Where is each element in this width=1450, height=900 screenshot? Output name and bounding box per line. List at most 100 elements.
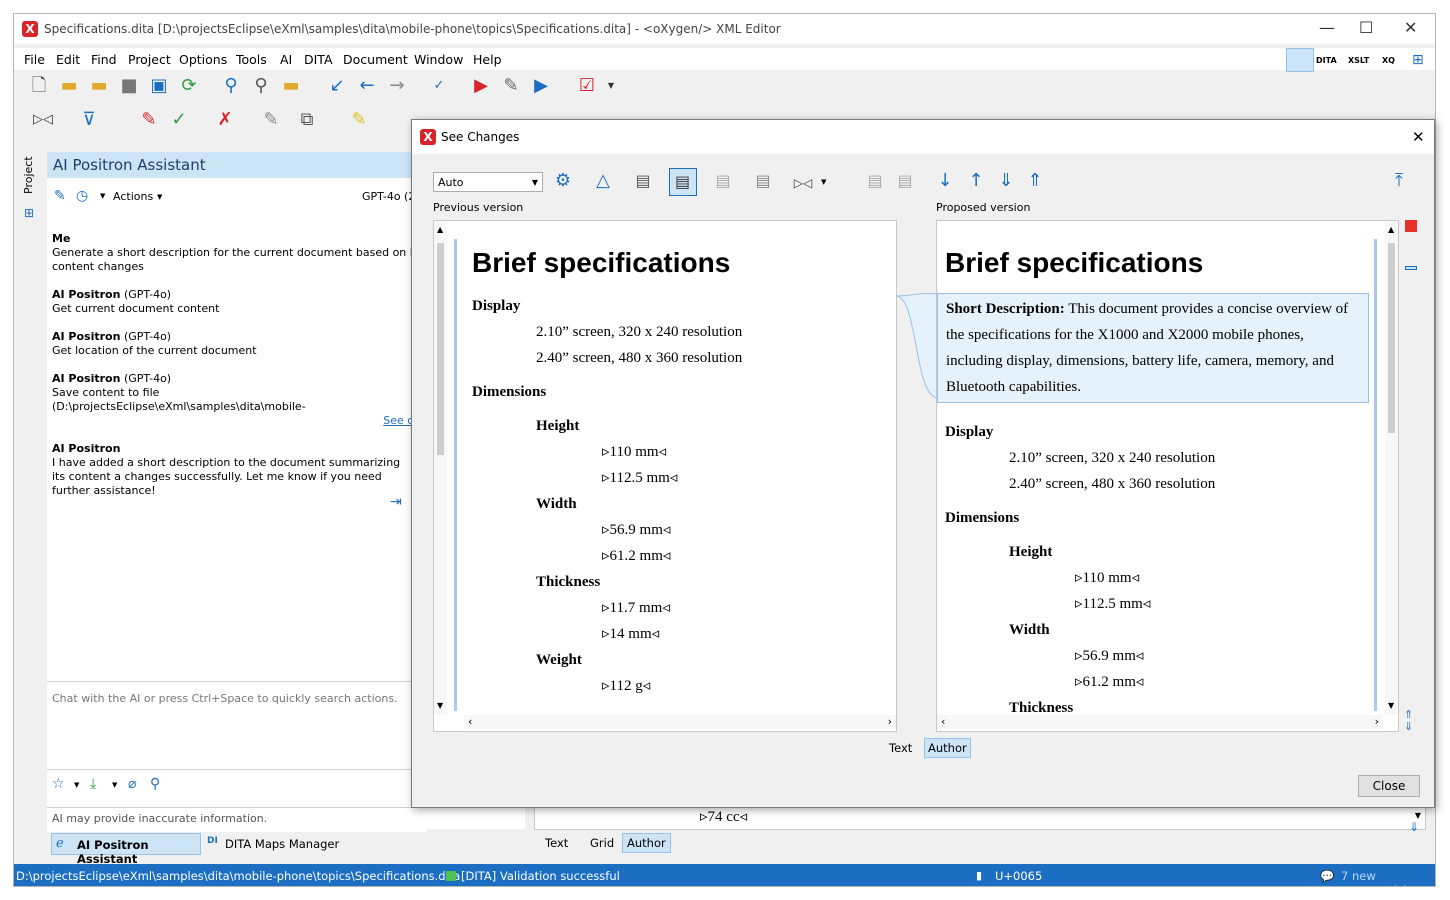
scroll-to-top-icon[interactable]: ⤒: [1388, 171, 1410, 193]
previous-difference-icon[interactable]: ↑: [965, 171, 987, 193]
editor-perspective-button[interactable]: [1286, 48, 1314, 72]
menu-help[interactable]: Help: [473, 52, 502, 67]
minimize-button[interactable]: —: [1319, 18, 1335, 37]
favorites-dropdown-icon[interactable]: ▼: [74, 781, 79, 789]
chat-input[interactable]: Chat with the AI or press Ctrl+Space to …: [52, 692, 398, 705]
copy-right-icon[interactable]: ▤: [894, 171, 916, 193]
menu-edit[interactable]: Edit: [56, 52, 80, 67]
messages-icon[interactable]: 💬: [1320, 869, 1334, 883]
copy-left-icon[interactable]: ▤: [864, 171, 886, 193]
compare-icon[interactable]: ▷◁: [32, 110, 54, 132]
open-url-icon[interactable]: ▬: [88, 76, 110, 98]
word-diff-icon[interactable]: ▤: [632, 171, 654, 193]
favorites-icon[interactable]: ☆: [52, 776, 65, 792]
validate-icon[interactable]: ☑: [576, 76, 598, 98]
editor-tab-text[interactable]: Text: [545, 836, 568, 850]
filter-icon[interactable]: ⊽: [78, 110, 100, 132]
find-icon[interactable]: ⚲: [220, 76, 242, 98]
model-selector[interactable]: GPT-4o (2: [362, 190, 415, 203]
project-side-tab[interactable]: Project: [22, 156, 35, 194]
actions-menu[interactable]: Actions: [113, 190, 153, 203]
next-difference-icon[interactable]: ↓: [934, 171, 956, 193]
menu-tools[interactable]: Tools: [236, 52, 267, 67]
char-diff-button[interactable]: ▤: [669, 168, 697, 196]
attach-icon[interactable]: ⌀: [128, 776, 136, 792]
editor-tab-author[interactable]: Author: [622, 833, 671, 853]
highlight-icon[interactable]: ✎: [348, 110, 370, 132]
proposed-version-pane[interactable]: Brief specifications Short Description: …: [936, 220, 1399, 732]
left-vertical-scrollbar[interactable]: ▲ ▼: [434, 221, 447, 715]
menu-ai[interactable]: AI: [280, 52, 292, 67]
insert-dropdown-icon[interactable]: ▼: [112, 781, 117, 789]
status-messages[interactable]: 7 new message(s): [1341, 869, 1435, 886]
scroll-left-icon[interactable]: ‹: [468, 715, 472, 728]
menu-document[interactable]: Document: [343, 52, 408, 67]
scroll-down-icon[interactable]: ▼: [437, 701, 443, 710]
xquery-perspective-button[interactable]: XQ: [1382, 56, 1395, 65]
save-as-icon[interactable]: ▣: [148, 76, 170, 98]
database-perspective-icon[interactable]: ⊞: [1412, 52, 1424, 68]
reload-icon[interactable]: ⟳: [178, 76, 200, 98]
right-horizontal-scrollbar[interactable]: ‹ ›: [937, 715, 1383, 729]
back-icon[interactable]: ←: [356, 76, 378, 98]
mode-select[interactable]: Auto ▼: [433, 172, 543, 192]
last-difference-icon[interactable]: ⇓: [995, 171, 1017, 193]
previous-version-pane[interactable]: ▲ ▼ Brief specifications Display 2.10” s…: [433, 220, 897, 732]
reject-change-icon[interactable]: ✗: [214, 110, 236, 132]
save-icon[interactable]: ■: [118, 76, 140, 98]
scroll-left-icon[interactable]: ‹: [941, 715, 945, 728]
apply-scenarios-icon[interactable]: ▶: [530, 76, 552, 98]
options-gear-icon[interactable]: ⚙: [552, 171, 574, 193]
dialog-tab-author[interactable]: Author: [924, 738, 971, 758]
insert-response-icon[interactable]: ⇥: [390, 494, 402, 510]
status-validation[interactable]: [DITA] Validation successful: [461, 869, 620, 883]
forward-icon[interactable]: →: [386, 76, 408, 98]
scroll-up-icon[interactable]: ▲: [1388, 225, 1394, 234]
tab-ai-assistant[interactable]: ℯ AI Positron Assistant: [51, 833, 201, 866]
scroll-down-icon[interactable]: ▼: [1388, 701, 1394, 710]
configure-transformation-icon[interactable]: ✎: [500, 76, 522, 98]
menu-dita[interactable]: DITA: [304, 52, 333, 67]
editor-scroll-down-icon[interactable]: ▼: [1415, 811, 1421, 820]
ignore-case-icon[interactable]: ▤: [752, 171, 774, 193]
spellcheck-icon[interactable]: ✓: [428, 76, 450, 98]
close-button[interactable]: Close: [1358, 775, 1420, 797]
scroll-right-icon[interactable]: ›: [1375, 715, 1379, 728]
menu-window[interactable]: Window: [414, 52, 463, 67]
right-vertical-scrollbar[interactable]: ▲ ▼: [1385, 221, 1398, 715]
menu-find[interactable]: Find: [91, 52, 117, 67]
new-file-icon[interactable]: 🗋: [28, 76, 50, 98]
scroll-thumb[interactable]: [437, 243, 444, 455]
scroll-up-icon[interactable]: ▲: [437, 225, 443, 234]
maximize-button[interactable]: ☐: [1359, 18, 1373, 37]
change-location-marker[interactable]: [1405, 266, 1417, 270]
xslt-perspective-button[interactable]: XSLT: [1348, 56, 1369, 65]
comment-icon[interactable]: ✎: [260, 110, 282, 132]
dita-perspective-button[interactable]: DITA: [1316, 56, 1337, 65]
next-change-icon[interactable]: ⇓: [1404, 720, 1413, 733]
see-changes-link[interactable]: See cha: [52, 414, 427, 428]
first-difference-icon[interactable]: ⇑: [1024, 171, 1046, 193]
track-changes-icon[interactable]: ✎: [138, 110, 160, 132]
history-icon[interactable]: ◷: [76, 188, 88, 204]
accept-change-icon[interactable]: ✓: [168, 110, 190, 132]
new-chat-icon[interactable]: ✎: [54, 188, 66, 204]
algorithm-icon[interactable]: △: [592, 171, 614, 193]
insert-icon[interactable]: ⤓: [90, 776, 96, 792]
run-transformation-icon[interactable]: ▶: [470, 76, 492, 98]
ignore-whitespace-icon[interactable]: ▤: [712, 171, 734, 193]
dita-maps-side-icon[interactable]: ⊞: [24, 206, 34, 220]
copy-icon[interactable]: ⧉: [296, 110, 318, 132]
menu-project[interactable]: Project: [128, 52, 171, 67]
validate-dropdown-icon[interactable]: ▼: [600, 76, 622, 98]
scroll-right-icon[interactable]: ›: [888, 715, 892, 728]
close-window-button[interactable]: ✕: [1404, 18, 1417, 37]
actions-dropdown-icon[interactable]: ▼: [157, 193, 162, 201]
open-folder-icon[interactable]: ▬: [58, 76, 80, 98]
editor-tab-grid[interactable]: Grid: [590, 836, 614, 850]
search-icon[interactable]: ⚲: [150, 776, 160, 792]
compare-mode-dropdown-icon[interactable]: ▼: [821, 178, 826, 186]
menu-options[interactable]: Options: [179, 52, 227, 67]
last-edit-icon[interactable]: ↙: [326, 76, 348, 98]
tab-dita-maps-manager[interactable]: DITA Maps Manager: [225, 837, 339, 851]
